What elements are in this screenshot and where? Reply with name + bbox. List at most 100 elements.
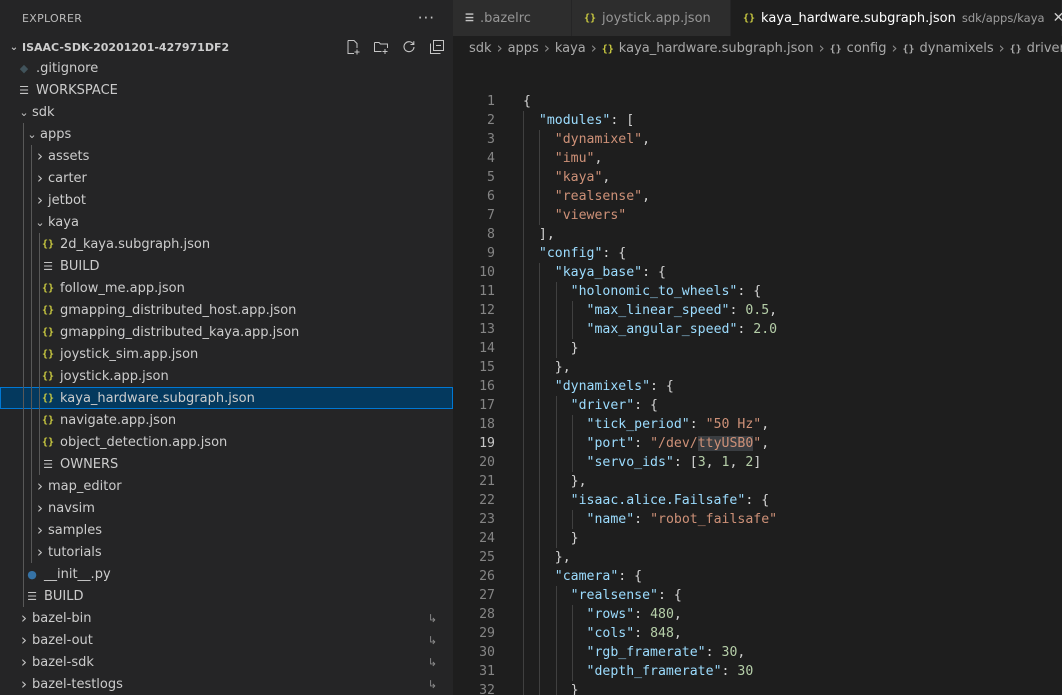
code-text: ], — [523, 227, 555, 242]
indent-guide — [23, 563, 24, 585]
folder-row[interactable]: › bazel-sdk ↳ — [0, 651, 453, 673]
code-line: 19 "port": "/dev/ttyUSB0", — [453, 434, 1062, 453]
collapse-all-icon[interactable] — [429, 39, 445, 55]
breadcrumb-item[interactable]: {} kaya_hardware.subgraph.json — [602, 41, 814, 56]
indent-guide — [23, 409, 24, 431]
code-text: "cols": 848, — [586, 626, 682, 641]
folder-row[interactable]: › bazel-testlogs ↳ — [0, 673, 453, 695]
breadcrumb-label: apps — [507, 40, 539, 56]
indent-guide — [23, 365, 24, 387]
tree-item-label: gmapping_distributed_host.app.json — [60, 302, 297, 318]
json-file-icon: {} — [41, 370, 55, 382]
code-line: 14 } — [453, 339, 1062, 358]
new-file-icon[interactable] — [345, 39, 361, 55]
file-row[interactable]: {} navigate.app.json — [0, 409, 453, 431]
refresh-icon[interactable] — [401, 39, 417, 55]
file-row[interactable]: ☰ OWNERS — [0, 453, 453, 475]
editor-area: ☰ .bazelrc {} joystick.app.json {} kaya_hardw… — [453, 0, 1062, 695]
breadcrumb-item[interactable]: {} driver — [1010, 41, 1062, 56]
tree-item-label: navigate.app.json — [60, 412, 177, 428]
indent-guide — [23, 299, 24, 321]
line-number: 4 — [487, 151, 495, 166]
folder-row[interactable]: ⌄ sdk — [0, 101, 453, 123]
line-number: 6 — [487, 189, 495, 204]
chevron-down-icon: ⌄ — [9, 41, 19, 53]
chevron-down-icon: ⌄ — [19, 105, 29, 119]
code-line: 18 "tick_period": "50 Hz", — [453, 415, 1062, 434]
breadcrumb-item[interactable]: kaya — [555, 41, 586, 56]
new-folder-icon[interactable] — [373, 39, 389, 55]
file-row[interactable]: {} object_detection.app.json — [0, 431, 453, 453]
explorer-actions — [345, 39, 445, 55]
tab-bazelrc[interactable]: ☰ .bazelrc — [453, 0, 572, 36]
folder-row[interactable]: ⌄ apps — [0, 123, 453, 145]
tree-item-label: bazel-testlogs — [32, 676, 123, 692]
folder-row[interactable]: › bazel-bin ↳ — [0, 607, 453, 629]
close-icon[interactable]: ✕ — [1053, 10, 1062, 26]
tree-item-label: object_detection.app.json — [60, 434, 228, 450]
file-row[interactable]: {} kaya_hardware.subgraph.json — [0, 387, 453, 409]
indent-guide — [23, 343, 24, 365]
breadcrumb-item[interactable]: {} config — [830, 41, 887, 56]
tab-joystick-app-json[interactable]: {} joystick.app.json — [572, 0, 731, 36]
line-number: 10 — [479, 265, 495, 280]
chevron-right-icon: › — [37, 191, 43, 209]
folder-row[interactable]: › navsim — [0, 497, 453, 519]
file-row[interactable]: ● __init__.py — [0, 563, 453, 585]
code-line: 24 } — [453, 529, 1062, 548]
folder-row[interactable]: › carter — [0, 167, 453, 189]
folder-row[interactable]: ⌄ kaya — [0, 211, 453, 233]
file-row[interactable]: {} joystick_sim.app.json — [0, 343, 453, 365]
indent-guide — [23, 519, 24, 541]
workspace-root-label: ISAAC-SDK-20201201-427971DF2 — [22, 40, 230, 54]
file-row[interactable]: ☰ BUILD — [0, 255, 453, 277]
folder-row[interactable]: › tutorials — [0, 541, 453, 563]
indent-guide — [23, 277, 24, 299]
line-number: 11 — [479, 284, 495, 299]
file-row[interactable]: {} gmapping_distributed_host.app.json — [0, 299, 453, 321]
tree-item-label: carter — [48, 170, 87, 186]
code-text: "max_linear_speed": 0.5, — [586, 303, 778, 318]
code-text: "realsense": { — [570, 588, 682, 603]
code-line: 13 "max_angular_speed": 2.0 — [453, 320, 1062, 339]
line-number: 23 — [479, 512, 495, 527]
code-line: 30 "rgb_framerate": 30, — [453, 643, 1062, 662]
file-row[interactable]: ☰ WORKSPACE — [0, 79, 453, 101]
file-row[interactable]: ☰ BUILD — [0, 585, 453, 607]
chevron-right-icon: › — [496, 39, 503, 57]
file-row[interactable]: {} joystick.app.json — [0, 365, 453, 387]
breadcrumb-item[interactable]: sdk — [469, 41, 492, 56]
workspace-root-header[interactable]: ⌄ ISAAC-SDK-20201201-427971DF2 — [0, 36, 453, 58]
folder-row[interactable]: › map_editor — [0, 475, 453, 497]
file-row[interactable]: {} 2d_kaya.subgraph.json — [0, 233, 453, 255]
symbol-object-icon: {} — [829, 43, 842, 55]
code-text: "dynamixel", — [554, 132, 651, 147]
tree-item-label: joystick.app.json — [60, 368, 169, 384]
tree-item-label: samples — [48, 522, 103, 538]
line-number: 31 — [479, 664, 495, 679]
chevron-right-icon: › — [998, 39, 1005, 57]
code-text: "holonomic_to_wheels": { — [570, 284, 762, 299]
line-number: 20 — [479, 455, 495, 470]
breadcrumb-item[interactable]: apps — [508, 41, 539, 56]
line-number: 9 — [487, 246, 495, 261]
file-row[interactable]: ◆ .gitignore — [0, 57, 453, 79]
breadcrumb: sdk › apps › kaya › {} kaya_hardware.subgraph.j… — [453, 36, 1062, 60]
json-file-icon: {} — [584, 12, 597, 24]
indent-guide — [39, 321, 40, 343]
tab-kaya-hardware-subgraph-json[interactable]: {} kaya_hardware.subgraph.json sdk/apps/ka… — [731, 0, 1062, 36]
breadcrumb-item[interactable]: {} dynamixels — [902, 41, 993, 56]
file-row[interactable]: {} follow_me.app.json — [0, 277, 453, 299]
file-row[interactable]: {} gmapping_distributed_kaya.app.json — [0, 321, 453, 343]
folder-row[interactable]: › samples — [0, 519, 453, 541]
code-text: "max_angular_speed": 2.0 — [586, 322, 778, 337]
folder-row[interactable]: › jetbot — [0, 189, 453, 211]
code-text: "isaac.alice.Failsafe": { — [570, 493, 770, 508]
tree-item-label: kaya — [48, 214, 79, 230]
indent-guide — [39, 343, 40, 365]
ellipsis-icon[interactable]: ··· — [418, 9, 435, 27]
indent-guide — [31, 299, 32, 321]
folder-row[interactable]: › bazel-out ↳ — [0, 629, 453, 651]
code-view[interactable]: 1{2 "modules": [3 "dynamixel", 4 "imu", 5 … — [453, 92, 1062, 695]
folder-row[interactable]: › assets — [0, 145, 453, 167]
